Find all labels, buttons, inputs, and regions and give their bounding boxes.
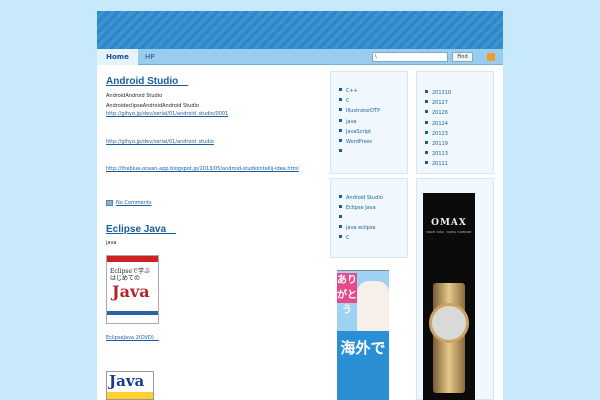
advertisement-watch[interactable]: OMAX SINCE 1969 · SWISS COMPANY bbox=[423, 193, 475, 400]
category-label: JavaScript bbox=[346, 128, 372, 135]
bullet-icon bbox=[339, 195, 342, 198]
category-label: WordPress bbox=[346, 139, 373, 146]
bullet-icon bbox=[425, 100, 428, 104]
archive-item[interactable]: 20123 bbox=[425, 129, 451, 139]
bullet-icon bbox=[425, 151, 428, 155]
ad-caption: ありがとう bbox=[337, 273, 357, 316]
book-cover-band bbox=[107, 256, 158, 262]
bullet-icon bbox=[339, 235, 342, 238]
book-cover-stripe bbox=[107, 392, 153, 399]
bullet-icon bbox=[339, 225, 342, 228]
post-link[interactable]: http://gihyo.jp/dev/serial/01/android_st… bbox=[106, 139, 214, 145]
archive-label: 20119 bbox=[432, 141, 448, 148]
header-banner bbox=[97, 11, 503, 49]
post-title-android-studio[interactable]: Android Studio bbox=[106, 72, 188, 87]
category-label: C bbox=[346, 98, 350, 105]
archive-item[interactable]: 20127 bbox=[425, 98, 451, 108]
recent-post-item[interactable]: Eclipse Java bbox=[339, 203, 383, 213]
bullet-icon bbox=[425, 141, 428, 145]
category-label: java bbox=[346, 118, 357, 125]
book-cover-title: Java bbox=[112, 282, 150, 301]
category-item[interactable]: C bbox=[339, 96, 380, 106]
ad-brand: OMAX bbox=[431, 218, 467, 228]
bullet-icon bbox=[425, 120, 428, 124]
post-text: java bbox=[106, 240, 117, 246]
ad-model-image bbox=[357, 281, 389, 331]
archives-widget: 201310 20127 20126 20124 20123 20119 201… bbox=[416, 71, 494, 174]
archive-item[interactable]: 20126 bbox=[425, 108, 451, 118]
ad-brand-subtitle: SINCE 1969 · SWISS COMPANY bbox=[426, 230, 472, 234]
post-title-eclipse-java[interactable]: Eclipse Java bbox=[106, 220, 176, 235]
category-label: C++ bbox=[346, 88, 358, 94]
archive-item[interactable]: 20113 bbox=[425, 149, 451, 159]
post-text-line: AndroidAndroid Studio bbox=[106, 93, 163, 99]
search-input[interactable]: \ bbox=[372, 52, 448, 62]
archive-label: 20127 bbox=[432, 100, 448, 107]
category-item[interactable] bbox=[339, 147, 380, 157]
category-item[interactable]: IllustratorDTP bbox=[339, 106, 380, 116]
book-cover-image[interactable]: Eclipseで学ぶ はじめての Java bbox=[106, 255, 159, 324]
bullet-icon bbox=[339, 149, 342, 153]
bullet-icon bbox=[339, 128, 342, 132]
category-item[interactable]: java bbox=[339, 117, 380, 127]
bullet-icon bbox=[425, 110, 428, 114]
archive-item[interactable]: 20119 bbox=[425, 139, 451, 149]
nav-home-link[interactable]: Home bbox=[97, 49, 138, 65]
page-wrapper: Home HP \ Find Android Studio AndroidAnd… bbox=[97, 11, 503, 400]
comments-link[interactable]: No Comments bbox=[116, 200, 152, 206]
bullet-icon bbox=[425, 130, 428, 134]
archive-label: 201310 bbox=[432, 90, 452, 96]
ad-headline: 海外で bbox=[337, 331, 389, 400]
archive-label: 20111 bbox=[432, 161, 448, 168]
recent-post-item[interactable]: C bbox=[339, 233, 383, 243]
bullet-icon bbox=[425, 161, 428, 165]
comment-icon bbox=[106, 200, 113, 206]
recent-post-label: Eclipse Java bbox=[346, 205, 376, 211]
nav-bar: Home HP \ Find bbox=[97, 49, 503, 65]
categories-widget: C++ C IllustratorDTP java JavaScript Wor… bbox=[330, 71, 408, 174]
book-cover-subtitle: はじめての bbox=[110, 275, 141, 282]
bullet-icon bbox=[339, 108, 342, 112]
bullet-icon bbox=[339, 205, 342, 208]
watch-dial-image bbox=[429, 303, 469, 343]
search-button[interactable]: Find bbox=[452, 52, 473, 62]
category-item[interactable]: WordPress bbox=[339, 137, 380, 147]
post-link[interactable]: http://theblue-ocean-app.blogspot.jp/201… bbox=[106, 166, 299, 172]
archive-label: 20123 bbox=[432, 130, 448, 137]
recent-post-label: java eclipse bbox=[346, 225, 376, 231]
archive-item[interactable]: 20111 bbox=[425, 159, 451, 169]
nav-hp-link[interactable]: HP bbox=[145, 49, 155, 65]
bullet-icon bbox=[339, 88, 342, 91]
category-item[interactable]: JavaScript bbox=[339, 127, 380, 137]
recent-posts-widget: Android Studio Eclipse Java java eclipse… bbox=[330, 178, 408, 258]
recent-post-label: C bbox=[346, 235, 350, 241]
bullet-icon bbox=[425, 90, 428, 93]
book-cover-image[interactable]: Java bbox=[106, 371, 154, 400]
post-link[interactable]: http://gihyo.jp/dev/serial/01/android_st… bbox=[106, 111, 228, 117]
archive-item[interactable]: 201310 bbox=[425, 88, 451, 98]
bullet-icon bbox=[339, 215, 342, 218]
archive-label: 20126 bbox=[432, 110, 448, 117]
bullet-icon bbox=[339, 118, 342, 122]
bullet-icon bbox=[339, 139, 342, 143]
book-cover-title: Java bbox=[109, 372, 145, 390]
rss-feed-icon[interactable] bbox=[487, 53, 495, 61]
archive-label: 20113 bbox=[432, 151, 448, 158]
recent-post-item[interactable]: java eclipse bbox=[339, 223, 383, 233]
advertisement-banner[interactable]: ありがとう 海外で bbox=[337, 270, 389, 400]
archive-label: 20124 bbox=[432, 120, 448, 127]
category-label: IllustratorDTP bbox=[346, 108, 381, 115]
post-text-line: AndroideclipseAndroidAndroid Studio bbox=[106, 103, 199, 109]
recent-post-label: Android Studio bbox=[346, 195, 383, 201]
bullet-icon bbox=[339, 98, 342, 102]
archive-item[interactable]: 20124 bbox=[425, 119, 451, 129]
recent-post-item[interactable]: Android Studio bbox=[339, 193, 383, 203]
category-item[interactable]: C++ bbox=[339, 86, 380, 96]
book-link[interactable]: EclipseJava 2(DVD) bbox=[106, 334, 159, 341]
book-cover-bar bbox=[107, 311, 158, 315]
recent-post-item[interactable] bbox=[339, 213, 383, 223]
